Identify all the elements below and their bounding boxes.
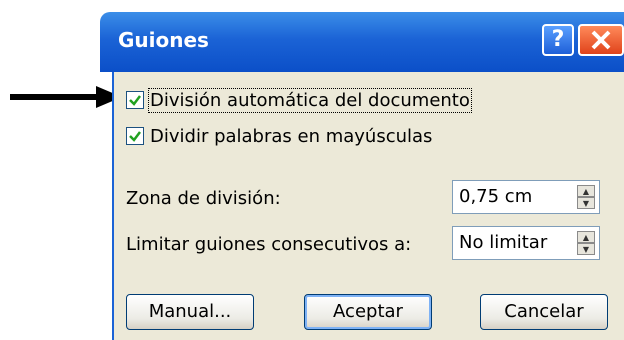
spinner-down-icon[interactable]: ▼ bbox=[577, 197, 595, 209]
hyphen-zone-spinner[interactable]: ▲ ▼ bbox=[577, 185, 595, 209]
close-button[interactable] bbox=[578, 24, 624, 56]
hyphenate-caps-checkbox[interactable] bbox=[126, 127, 144, 145]
manual-button[interactable]: Manual... bbox=[126, 294, 254, 330]
help-button[interactable]: ? bbox=[542, 24, 574, 56]
title-bar: Guiones ? bbox=[100, 12, 624, 72]
checkmark-icon bbox=[129, 131, 141, 142]
spinner-up-icon[interactable]: ▲ bbox=[577, 185, 595, 197]
hyphenate-caps-checkbox-row[interactable]: Dividir palabras en mayúsculas bbox=[126, 122, 432, 150]
auto-hyphenate-label: División automática del documento bbox=[148, 87, 472, 113]
hyphenation-dialog: Guiones ? División automática del docume… bbox=[100, 12, 624, 340]
hyphen-zone-value: 0,75 cm bbox=[459, 186, 533, 207]
auto-hyphenate-checkbox-row[interactable]: División automática del documento bbox=[126, 86, 472, 114]
limit-hyphens-value: No limitar bbox=[459, 232, 548, 253]
spinner-up-icon[interactable]: ▲ bbox=[577, 231, 595, 243]
close-icon bbox=[591, 30, 611, 50]
hyphen-zone-field[interactable]: 0,75 cm ▲ ▼ bbox=[452, 180, 600, 214]
spinner-down-icon[interactable]: ▼ bbox=[577, 243, 595, 255]
limit-hyphens-label: Limitar guiones consecutivos a: bbox=[126, 234, 412, 255]
auto-hyphenate-checkbox[interactable] bbox=[126, 91, 144, 109]
checkmark-icon bbox=[129, 95, 141, 106]
dialog-title: Guiones bbox=[118, 28, 209, 52]
accept-button[interactable]: Aceptar bbox=[304, 294, 432, 330]
dialog-body: División automática del documento Dividi… bbox=[112, 72, 624, 340]
hyphen-zone-label: Zona de división: bbox=[126, 188, 281, 209]
limit-hyphens-field[interactable]: No limitar ▲ ▼ bbox=[452, 226, 600, 260]
cancel-button[interactable]: Cancelar bbox=[480, 294, 608, 330]
limit-hyphens-spinner[interactable]: ▲ ▼ bbox=[577, 231, 595, 255]
hyphenate-caps-label: Dividir palabras en mayúsculas bbox=[150, 125, 433, 147]
